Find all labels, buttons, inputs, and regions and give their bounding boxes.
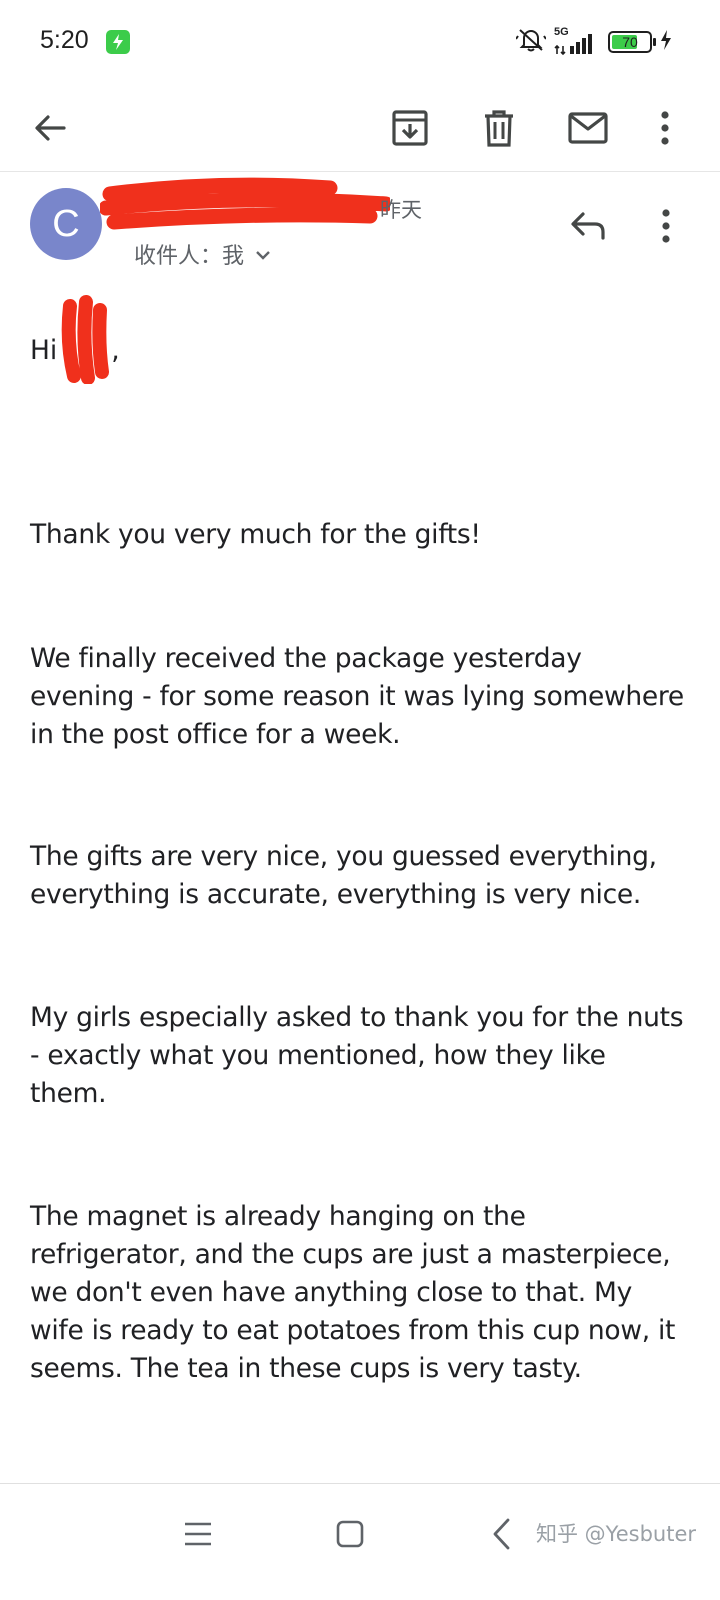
email-toolbar bbox=[0, 84, 720, 172]
signal-icon: 5G bbox=[554, 26, 598, 56]
home-icon[interactable] bbox=[320, 1504, 380, 1564]
recipient-details-toggle[interactable]: 收件人：我 bbox=[134, 238, 272, 270]
email-paragraph: My girls especially asked to thank you f… bbox=[30, 1002, 684, 1109]
message-date: 昨天 bbox=[380, 198, 422, 222]
menu-icon[interactable] bbox=[168, 1504, 228, 1564]
back-icon[interactable] bbox=[472, 1504, 532, 1564]
email-paragraph: The magnet is already hanging on the ref… bbox=[30, 1201, 676, 1384]
back-arrow-icon[interactable] bbox=[20, 98, 80, 158]
battery-icon: 70 bbox=[608, 31, 656, 53]
recipient-label: 收件人：我 bbox=[134, 244, 245, 269]
email-paragraph: The gifts are very nice, you guessed eve… bbox=[30, 841, 657, 910]
more-vert-icon[interactable] bbox=[635, 98, 695, 158]
system-nav-bar: 知乎 @Yesbuter bbox=[0, 1483, 720, 1600]
avatar[interactable]: C bbox=[30, 188, 102, 260]
bolt-icon bbox=[660, 30, 672, 54]
email-paragraph: We finally received the package yesterda… bbox=[30, 643, 684, 750]
message-more-icon[interactable] bbox=[638, 198, 694, 254]
status-time: 5:20 bbox=[40, 26, 89, 54]
trash-icon[interactable] bbox=[469, 98, 529, 158]
status-icons: 5G 70 bbox=[515, 26, 672, 57]
greeting-redaction bbox=[61, 295, 109, 384]
archive-icon[interactable] bbox=[380, 98, 440, 158]
mute-icon bbox=[515, 27, 547, 57]
chevron-down-icon bbox=[254, 242, 272, 267]
sender-redaction bbox=[100, 177, 390, 230]
status-bar: 5:20 5G 70 bbox=[0, 0, 720, 84]
battery-level: 70 bbox=[622, 34, 638, 50]
greeting-text: Hi bbox=[30, 335, 58, 366]
mail-icon[interactable] bbox=[558, 98, 618, 158]
watermark: 知乎 @Yesbuter bbox=[536, 1522, 697, 1546]
reply-icon[interactable] bbox=[560, 198, 616, 254]
charging-badge-icon bbox=[106, 30, 130, 54]
email-paragraph: Thank you very much for the gifts! bbox=[30, 519, 481, 550]
